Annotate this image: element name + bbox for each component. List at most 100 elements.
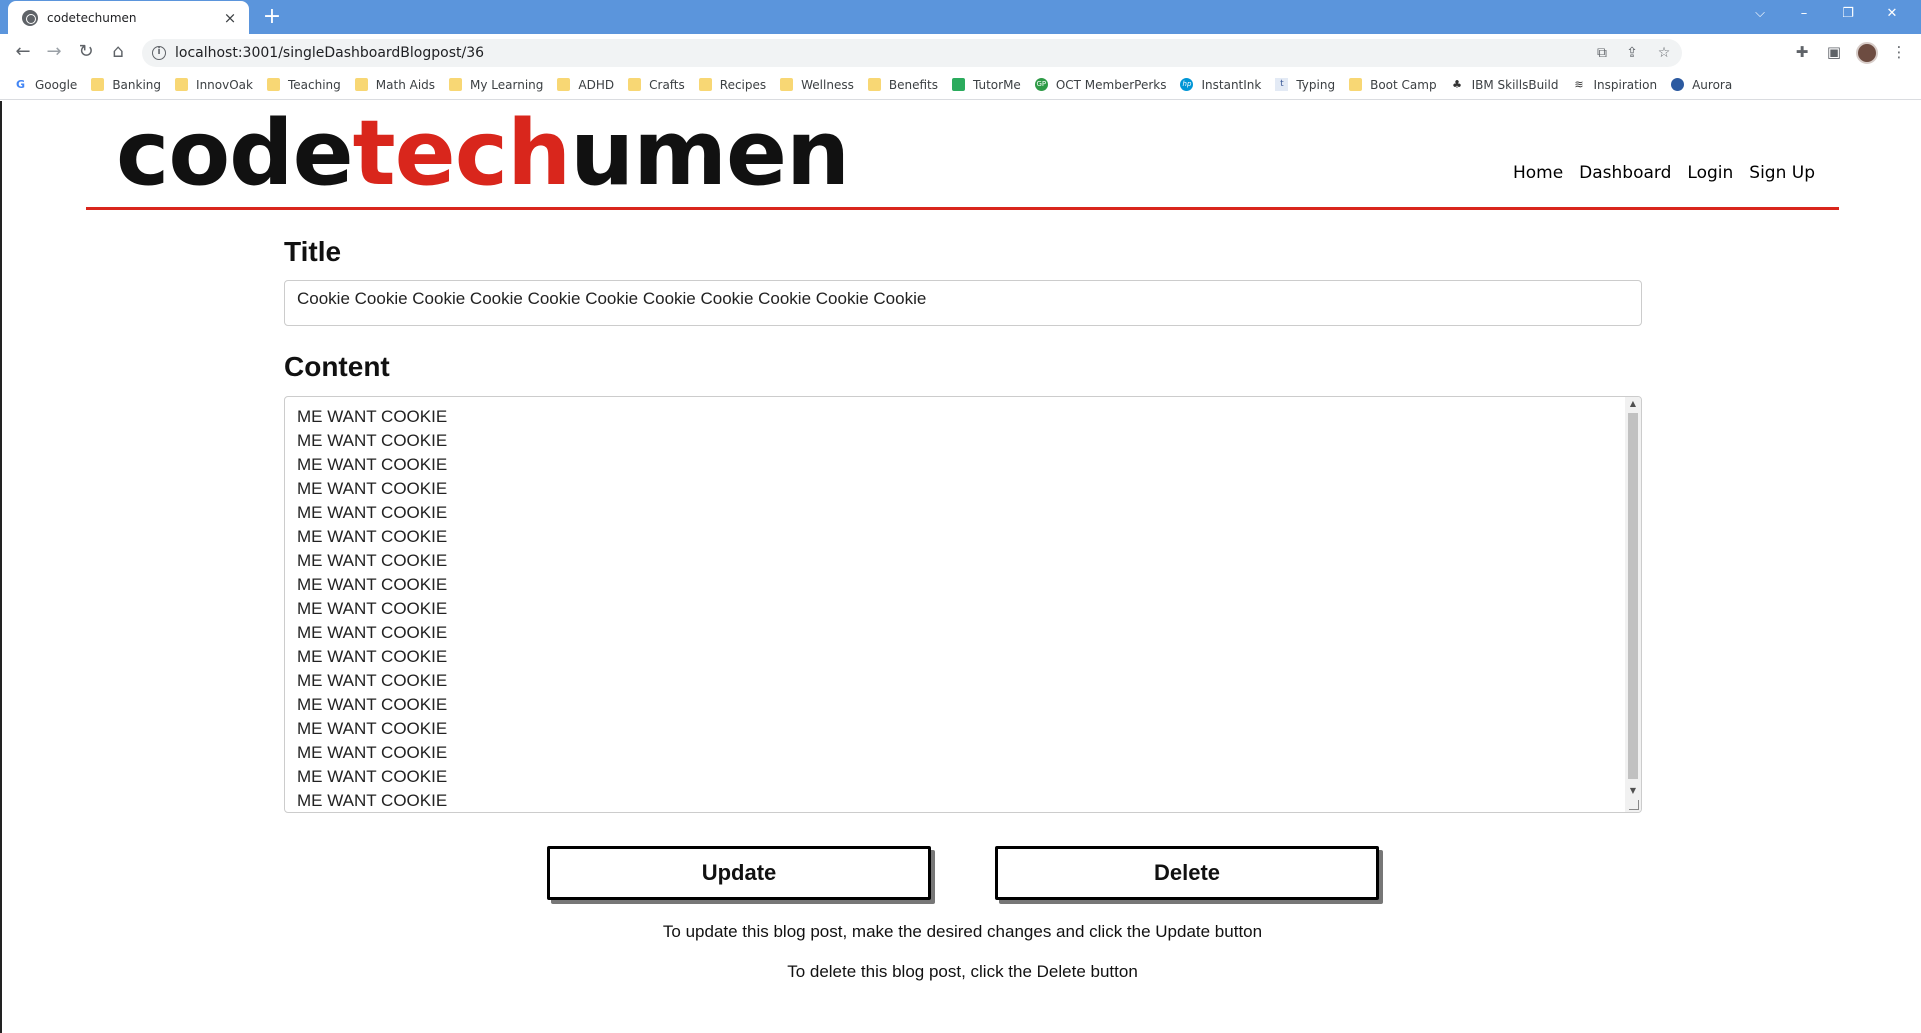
bookmark-item[interactable]: InnovOak xyxy=(175,78,253,92)
home-icon[interactable]: ⌂ xyxy=(105,39,131,65)
address-bar[interactable]: i localhost:3001/singleDashboardBlogpost… xyxy=(142,39,1682,67)
content-line: ME WANT COOKIE xyxy=(297,479,448,498)
bookmark-label: Math Aids xyxy=(375,77,436,92)
delete-button[interactable]: Delete xyxy=(995,846,1379,900)
logo-part-code: code xyxy=(116,101,354,206)
folder-icon xyxy=(266,78,280,91)
bookmark-label: Boot Camp xyxy=(1370,77,1437,92)
content-scrollbar[interactable]: ▲ ▼ xyxy=(1625,397,1641,812)
bookmark-label: My Learning xyxy=(470,77,544,92)
site-info-icon[interactable]: i xyxy=(152,46,166,60)
bookmark-item[interactable]: Teaching xyxy=(266,78,341,92)
site-logo[interactable]: codetechumen xyxy=(116,101,850,206)
bookmark-label: Banking xyxy=(112,77,162,92)
resize-handle-icon[interactable] xyxy=(1629,800,1639,810)
delete-hint-text: To delete this blog post, click the Dele… xyxy=(787,962,1138,981)
nav-signup-link[interactable]: Sign Up xyxy=(1749,163,1815,183)
tutorme-icon xyxy=(951,78,965,91)
content-line: ME WANT COOKIE xyxy=(297,719,448,738)
extensions-icon[interactable]: ✚ xyxy=(1789,39,1815,65)
bookmark-item[interactable]: Wellness xyxy=(780,78,854,92)
content-line: ME WANT COOKIE xyxy=(297,455,448,474)
side-panel-icon[interactable]: ▣ xyxy=(1821,39,1847,65)
bookmark-item[interactable]: GP OCT MemberPerks xyxy=(1034,77,1167,92)
bookmark-item[interactable]: My Learning xyxy=(449,78,543,92)
title-label: Title xyxy=(284,236,342,267)
update-hint-text: To update this blog post, make the desir… xyxy=(662,922,1263,941)
restore-button[interactable]: ❐ xyxy=(1826,0,1870,30)
bookmark-item[interactable]: Boot Camp xyxy=(1349,77,1437,92)
bookmark-label: IBM SkillsBuild xyxy=(1471,77,1559,92)
nav-home-link[interactable]: Home xyxy=(1513,163,1563,183)
page-content: codetechumen Home Dashboard Login Sign U… xyxy=(0,101,1921,1033)
content-text: ME WANT COOKIE ME WANT COOKIE ME WANT COOK… xyxy=(285,397,1641,812)
kebab-menu-icon[interactable]: ⋮ xyxy=(1886,39,1912,65)
title-input[interactable] xyxy=(284,280,1642,326)
bookmark-item[interactable]: TutorMe xyxy=(951,78,1021,92)
nav-dashboard-link[interactable]: Dashboard xyxy=(1579,163,1671,183)
bookmark-item[interactable]: ♣ IBM SkillsBuild xyxy=(1451,77,1559,92)
bookmark-label: Wellness xyxy=(801,77,854,92)
scrollbar-thumb[interactable] xyxy=(1628,413,1638,779)
forward-arrow-icon[interactable]: → xyxy=(41,39,67,65)
hp-icon: hp xyxy=(1180,78,1194,91)
reload-icon[interactable]: ↻ xyxy=(73,39,99,65)
folder-icon xyxy=(91,78,105,91)
update-button[interactable]: Update xyxy=(547,846,931,900)
bookmark-item[interactable]: Banking xyxy=(91,78,161,92)
bookmark-item[interactable]: Recipes xyxy=(698,78,766,92)
share-icon[interactable]: ⇪ xyxy=(1620,39,1644,67)
scroll-down-icon[interactable]: ▼ xyxy=(1625,784,1641,798)
new-tab-button[interactable]: + xyxy=(259,4,285,30)
browser-toolbar: ← → ↻ ⌂ i localhost:3001/singleDashboard… xyxy=(0,34,1921,70)
oct-icon: GP xyxy=(1034,78,1048,91)
content-line: ME WANT COOKIE xyxy=(297,431,448,450)
minimize-button[interactable]: – xyxy=(1782,0,1826,30)
bookmark-item[interactable]: Math Aids xyxy=(354,77,436,92)
content-line: ME WANT COOKIE xyxy=(297,767,448,786)
back-arrow-icon[interactable]: ← xyxy=(10,39,36,65)
content-line: ME WANT COOKIE xyxy=(297,647,448,666)
bookmark-item[interactable]: ≋ Inspiration xyxy=(1572,78,1657,92)
bookmark-item[interactable]: Aurora xyxy=(1671,78,1732,92)
browser-tab[interactable]: codetechumen × xyxy=(8,1,249,34)
folder-icon xyxy=(867,78,881,91)
content-line: ME WANT COOKIE xyxy=(297,575,448,594)
content-label: Content xyxy=(284,351,390,382)
content-textarea[interactable]: ME WANT COOKIE ME WANT COOKIE ME WANT COOK… xyxy=(284,396,1642,813)
nav-login-link[interactable]: Login xyxy=(1687,163,1733,183)
main-nav: Home Dashboard Login Sign Up xyxy=(1513,163,1815,183)
bookmark-item[interactable]: G Google xyxy=(14,78,77,92)
profile-avatar[interactable] xyxy=(1856,42,1878,64)
folder-icon xyxy=(449,78,463,91)
url-text: localhost:3001/singleDashboardBlogpost/3… xyxy=(175,45,485,61)
folder-icon xyxy=(557,78,571,91)
content-line: ME WANT COOKIE xyxy=(297,407,448,426)
aurora-icon xyxy=(1671,78,1685,91)
bookmark-star-icon[interactable]: ☆ xyxy=(1652,39,1676,67)
tab-search-icon[interactable]: ⌵ xyxy=(1738,0,1782,30)
logo-part-umen: umen xyxy=(570,101,850,206)
content-line: ME WANT COOKIE xyxy=(297,503,448,522)
bookmark-label: Benefits xyxy=(888,77,938,92)
browser-tab-bar: codetechumen × + ⌵ – ❐ ✕ xyxy=(0,0,1921,34)
bookmark-item[interactable]: Crafts xyxy=(628,78,685,92)
bookmark-item[interactable]: hp InstantInk xyxy=(1180,78,1261,92)
bookmark-item[interactable]: Benefits xyxy=(867,77,938,92)
site-header: codetechumen Home Dashboard Login Sign U… xyxy=(86,101,1839,210)
content-line: ME WANT COOKIE xyxy=(297,743,448,762)
bookmark-label: Aurora xyxy=(1692,77,1733,92)
bookmark-item[interactable]: t Typing xyxy=(1275,78,1335,92)
open-in-app-icon[interactable]: ⧉ xyxy=(1590,39,1614,67)
tab-close-button[interactable]: × xyxy=(221,9,239,27)
folder-icon xyxy=(175,78,189,91)
bookmark-item[interactable]: ADHD xyxy=(557,78,614,92)
bookmark-label: OCT MemberPerks xyxy=(1055,77,1167,92)
folder-icon xyxy=(628,78,642,91)
scroll-up-icon[interactable]: ▲ xyxy=(1625,397,1641,411)
content-line: ME WANT COOKIE xyxy=(297,599,448,618)
content-line: ME WANT COOKIE xyxy=(297,527,448,546)
globe-icon xyxy=(22,9,38,26)
edit-post-form: Title Content ME WANT COOKIEME WANT COOK… xyxy=(284,236,1642,813)
close-window-button[interactable]: ✕ xyxy=(1870,0,1914,30)
